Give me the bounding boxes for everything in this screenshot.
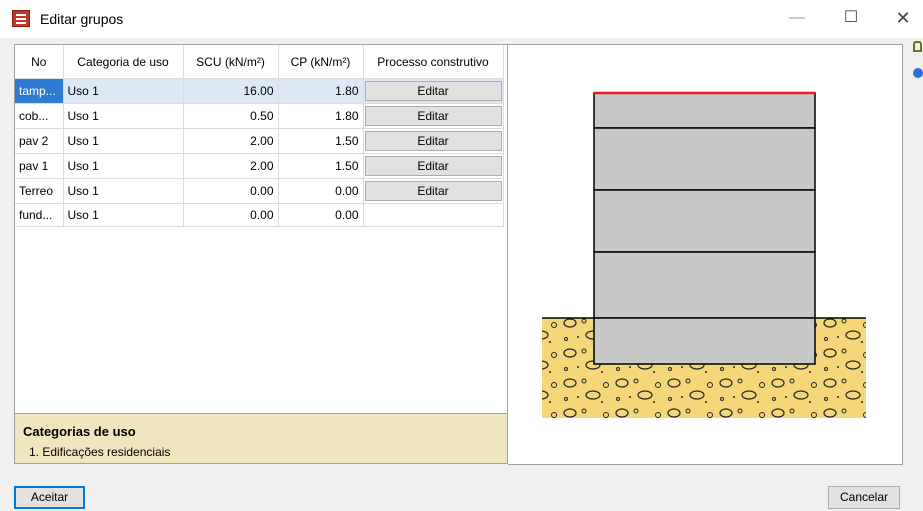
column-header-categoria[interactable]: Categoria de uso	[63, 45, 184, 79]
building-section-drawing	[542, 91, 866, 418]
cell-processo: Editar	[363, 178, 504, 204]
cell-cp[interactable]: 0.00	[278, 203, 364, 227]
cell-categoria[interactable]: Uso 1	[63, 203, 184, 227]
column-header-processo[interactable]: Processo construtivo	[363, 45, 504, 79]
edit-process-button[interactable]: Editar	[364, 181, 502, 201]
column-header-scu[interactable]: SCU (kN/m²)	[183, 45, 279, 79]
storey-pav-1	[593, 251, 816, 319]
close-button[interactable]: ✕	[880, 0, 923, 38]
cell-scu[interactable]: 2.00	[183, 128, 279, 154]
help-globe-icon[interactable]	[913, 68, 923, 78]
cell-scu[interactable]: 2.00	[183, 153, 279, 179]
edit-process-button[interactable]: Editar	[364, 106, 502, 126]
cell-cp[interactable]: 1.50	[278, 153, 364, 179]
cell-cp[interactable]: 1.80	[278, 103, 364, 129]
cell-no[interactable]: cob...	[15, 103, 64, 129]
cell-no[interactable]: Terreo	[15, 178, 64, 204]
table-row[interactable]: pav 1 Uso 1 2.00 1.50 Editar	[15, 153, 504, 179]
column-header-no[interactable]: No	[15, 45, 64, 79]
table-row[interactable]: tamp... Uso 1 16.00 1.80 Editar	[15, 78, 504, 104]
building-preview-panel	[508, 44, 903, 465]
building-icon[interactable]	[913, 41, 922, 52]
storey-pav-2	[593, 189, 816, 253]
cell-processo: Editar	[363, 103, 504, 129]
cell-cp[interactable]: 1.80	[278, 78, 364, 104]
edit-process-button[interactable]: Editar	[364, 81, 502, 101]
cell-categoria[interactable]: Uso 1	[63, 153, 184, 179]
storey-cobertura	[593, 127, 816, 191]
cell-no[interactable]: fund...	[15, 203, 64, 227]
cell-scu[interactable]: 0.00	[183, 203, 279, 227]
storey-tampa	[593, 92, 816, 129]
usage-categories-panel: Categorias de uso 1. Edificações residen…	[14, 414, 508, 464]
cell-scu[interactable]: 0.00	[183, 178, 279, 204]
cell-processo: Editar	[363, 128, 504, 154]
cell-categoria[interactable]: Uso 1	[63, 78, 184, 104]
column-header-cp[interactable]: CP (kN/m²)	[278, 45, 364, 79]
usage-categories-title: Categorias de uso	[23, 424, 136, 439]
accept-button[interactable]: Aceitar	[14, 486, 85, 509]
cell-processo: Editar	[363, 78, 504, 104]
table-row[interactable]: pav 2 Uso 1 2.00 1.50 Editar	[15, 128, 504, 154]
window-title: Editar grupos	[40, 11, 124, 27]
cell-categoria[interactable]: Uso 1	[63, 178, 184, 204]
table-row[interactable]: fund... Uso 1 0.00 0.00	[15, 203, 504, 227]
cell-no[interactable]: pav 2	[15, 128, 64, 154]
cancel-button[interactable]: Cancelar	[828, 486, 900, 509]
cell-processo: Editar	[363, 153, 504, 179]
cell-no[interactable]: tamp...	[15, 78, 64, 104]
cell-cp[interactable]: 1.50	[278, 128, 364, 154]
cell-scu[interactable]: 16.00	[183, 78, 279, 104]
storey-terreo	[593, 317, 816, 365]
title-bar: Editar grupos — ☐ ✕	[0, 0, 923, 38]
cell-scu[interactable]: 0.50	[183, 103, 279, 129]
minimize-button[interactable]: —	[774, 0, 820, 38]
edit-process-button[interactable]: Editar	[364, 156, 502, 176]
groups-table-panel: No Categoria de uso SCU (kN/m²) CP (kN/m…	[14, 44, 508, 414]
edit-process-button[interactable]: Editar	[364, 131, 502, 151]
maximize-button[interactable]: ☐	[828, 0, 874, 38]
usage-category-item: 1. Edificações residenciais	[29, 445, 171, 459]
app-icon	[12, 10, 30, 27]
cell-categoria[interactable]: Uso 1	[63, 103, 184, 129]
table-row[interactable]: cob... Uso 1 0.50 1.80 Editar	[15, 103, 504, 129]
cell-no[interactable]: pav 1	[15, 153, 64, 179]
table-row[interactable]: Terreo Uso 1 0.00 0.00 Editar	[15, 178, 504, 204]
cell-processo	[363, 203, 504, 227]
groups-table: No Categoria de uso SCU (kN/m²) CP (kN/m…	[15, 45, 504, 227]
cell-cp[interactable]: 0.00	[278, 178, 364, 204]
cell-categoria[interactable]: Uso 1	[63, 128, 184, 154]
table-header-row: No Categoria de uso SCU (kN/m²) CP (kN/m…	[15, 45, 504, 79]
